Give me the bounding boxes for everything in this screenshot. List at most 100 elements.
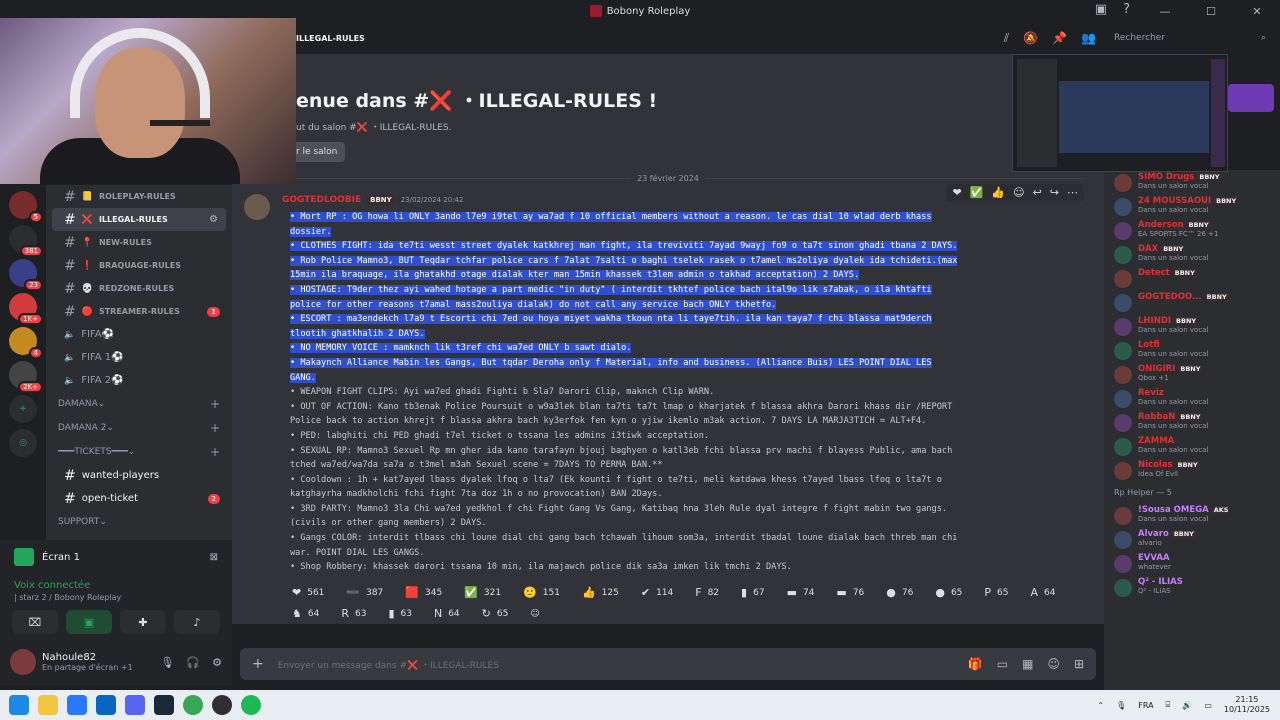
gear-icon[interactable]: ⚙ — [209, 214, 218, 225]
steam-icon[interactable] — [154, 695, 174, 715]
username[interactable]: Nahoule82 — [42, 652, 133, 663]
member-item[interactable]: SIMO Drugs BBNY Dans un salon vocal — [1104, 170, 1280, 194]
server-icon[interactable]: 5 — [9, 191, 43, 223]
server-icon[interactable]: 23 — [9, 259, 43, 291]
member-item[interactable]: ZAMMA Dans un salon vocal — [1104, 434, 1280, 458]
add-reaction-icon[interactable]: ☺ — [1013, 186, 1024, 199]
activities-icon[interactable]: ✚ — [120, 610, 166, 634]
reaction-chip[interactable]: P 65 — [976, 584, 1016, 601]
obs-icon[interactable] — [212, 695, 232, 715]
volume-icon[interactable]: 🔊 — [1182, 701, 1192, 710]
member-item[interactable]: ONIGIRI BBNY Qbox +1 — [1104, 362, 1280, 386]
more-icon[interactable]: ⋯ — [1067, 186, 1078, 199]
soundboard-icon[interactable]: ♪ — [174, 610, 220, 634]
add-reaction-icon[interactable]: ☺ — [522, 605, 547, 622]
channel-item[interactable]: # ❌ ILLEGAL-RULES ⚙ — [52, 208, 226, 231]
reaction-chip[interactable]: ▬ 76 — [828, 584, 872, 601]
reaction-chip[interactable]: ↻ 65 — [474, 605, 517, 622]
add-server-icon[interactable]: + — [9, 395, 37, 423]
stream-preview[interactable] — [1012, 54, 1228, 172]
reaction-chip[interactable]: A 64 — [1023, 584, 1064, 601]
minimize-button[interactable]: — — [1142, 0, 1188, 22]
apps-icon[interactable]: ⊞ — [1074, 657, 1084, 671]
threads-icon[interactable]: ⫽ — [1004, 31, 1009, 46]
voice-channel-item[interactable]: 🔈 FIFA 2 ⚽ — [52, 369, 226, 392]
member-item[interactable]: GOGTEDOO... BBNY — [1104, 290, 1280, 314]
emoji-icon[interactable]: ☺ — [1047, 657, 1060, 671]
message-composer[interactable]: + Envoyer un message dans #❌ ・ILLEGAL-RU… — [240, 648, 1096, 680]
gift-icon[interactable]: 🎁 — [968, 657, 983, 671]
microphone-icon[interactable]: 🎙 — [160, 656, 174, 669]
channel-item[interactable]: # 📍 NEW-RULES — [52, 231, 226, 254]
close-button[interactable]: ✕ — [1234, 0, 1280, 22]
maximize-button[interactable]: ☐ — [1188, 0, 1234, 22]
help-icon[interactable]: ? — [1123, 2, 1130, 17]
channel-item[interactable]: # 📒 ROLEPLAY-RULES — [52, 185, 226, 208]
member-item[interactable]: Reviz Dans un salon vocal — [1104, 386, 1280, 410]
microphone-tray-icon[interactable]: 🎙 — [1116, 701, 1126, 710]
member-item[interactable]: DAX BBNY Dans un salon vocal — [1104, 242, 1280, 266]
reaction-chip[interactable]: ➖ 387 — [338, 584, 391, 601]
reaction-chip[interactable]: ▮ 67 — [733, 584, 773, 601]
spotify-icon[interactable] — [241, 695, 261, 715]
member-item[interactable]: Lotfi Dans un salon vocal — [1104, 338, 1280, 362]
share-screen-icon[interactable]: ▣ — [66, 610, 112, 634]
member-item[interactable]: Detect BBNY — [1104, 266, 1280, 290]
mute-icon[interactable]: 🔕 — [1023, 31, 1038, 46]
gif-icon[interactable]: ▭ — [997, 657, 1008, 671]
add-channel-icon[interactable]: + — [210, 445, 220, 459]
voice-channel-item[interactable]: 🔈 FIFA ⚽ — [52, 323, 226, 346]
reaction-chip[interactable]: N 64 — [426, 605, 468, 622]
channel-item[interactable]: # 🔴 STREAMER-RULES 1 — [52, 300, 226, 323]
add-attachment-icon[interactable]: + — [252, 656, 264, 672]
add-channel-icon[interactable]: + — [210, 397, 220, 411]
avatar[interactable] — [244, 194, 270, 220]
reaction-chip[interactable]: ● 65 — [927, 584, 970, 601]
message-author[interactable]: GOGTEDLOOBIE — [282, 195, 361, 205]
headphones-icon[interactable]: 🎧 — [186, 656, 200, 669]
discord-icon[interactable] — [125, 695, 145, 715]
reply-icon[interactable]: ↩ — [1033, 186, 1042, 199]
members-icon[interactable]: 👥 — [1081, 31, 1096, 46]
gear-icon[interactable]: ⚙ — [212, 656, 222, 669]
clock[interactable]: 21:15 10/11/2025 — [1224, 695, 1270, 715]
server-icon[interactable]: 2K+ — [9, 361, 43, 393]
category-damana2[interactable]: DAMANA 2 ⌄ + — [46, 416, 232, 440]
server-icon[interactable]: 1K+ — [9, 293, 43, 325]
member-item[interactable]: Anderson BBNY EA SPORTS FC™ 26 +1 — [1104, 218, 1280, 242]
reaction-chip[interactable]: 🟥 345 — [397, 584, 450, 601]
member-item[interactable]: EVVAA whatever — [1104, 551, 1280, 575]
channel-item[interactable]: # 💀 REDZONE-RULES — [52, 277, 226, 300]
member-item[interactable]: RobbaN BBNY Dans un salon vocal — [1104, 410, 1280, 434]
reaction-chip[interactable]: ▮ 63 — [380, 605, 420, 622]
member-item[interactable]: LHINDI BBNY Dans un salon vocal — [1104, 314, 1280, 338]
windows-start-icon[interactable] — [9, 695, 29, 715]
outlook-icon[interactable] — [96, 695, 116, 715]
language-indicator[interactable]: FRA — [1138, 701, 1153, 710]
category-support[interactable]: SUPPORT ⌄ — [46, 510, 232, 534]
reaction-chip[interactable]: ♞ 64 — [284, 605, 327, 622]
reaction-chip[interactable]: ▬ 74 — [779, 584, 823, 601]
sticker-icon[interactable]: ▦ — [1022, 657, 1033, 671]
pin-icon[interactable]: 📌 — [1052, 31, 1067, 46]
store-icon[interactable] — [67, 695, 87, 715]
channel-item[interactable]: # open-ticket 2 — [52, 487, 226, 510]
reaction-chip[interactable]: ❤ 561 — [284, 584, 332, 601]
battery-icon[interactable]: ▭ — [1204, 701, 1212, 710]
search-input[interactable]: Rechercher ⌕ — [1108, 27, 1272, 49]
category-tickets[interactable]: ━━━TICKETS━━━ ⌄ + — [46, 440, 232, 464]
server-icon[interactable]: 4 — [9, 327, 43, 359]
channel-item[interactable]: # ❗ BRAQUAGE-RULES — [52, 254, 226, 277]
forward-icon[interactable]: ↪ — [1050, 186, 1059, 199]
popout-icon[interactable]: ⊠ — [210, 552, 218, 563]
server-icon[interactable]: 381 — [9, 225, 43, 257]
discover-icon[interactable]: ◎ — [9, 429, 37, 457]
chrome-icon[interactable] — [183, 695, 203, 715]
member-item[interactable]: Alvaro BBNY alvario — [1104, 527, 1280, 551]
channel-item[interactable]: # wanted-players — [52, 464, 226, 487]
inbox-icon[interactable]: ▣ — [1095, 2, 1107, 17]
avatar[interactable] — [10, 649, 36, 675]
network-icon[interactable]: ⌸ — [1166, 700, 1171, 710]
member-item[interactable]: Q² - ILIAS Q² - ILIAS — [1104, 575, 1280, 599]
member-item[interactable]: Nicolas BBNY Idea Of Evil — [1104, 458, 1280, 482]
